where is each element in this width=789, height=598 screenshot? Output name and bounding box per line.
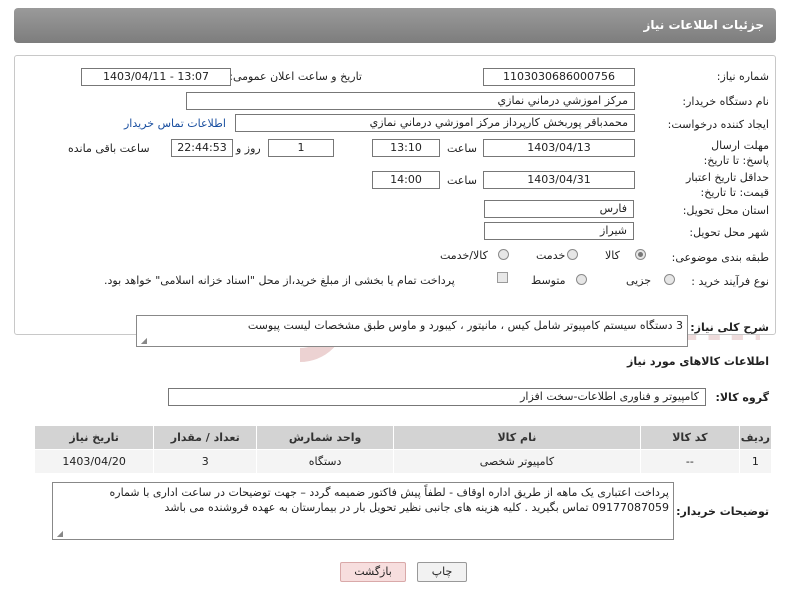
buyer-label: نام دستگاه خریدار: <box>682 95 769 108</box>
cell-unit: دستگاه <box>256 449 394 474</box>
category-goods-radio[interactable] <box>635 249 646 260</box>
validity-time-field: 14:00 <box>372 171 440 189</box>
process-medium-label: متوسط <box>531 274 566 287</box>
announce-field: 1403/04/11 - 13:07 <box>81 68 231 86</box>
announce-label: تاریخ و ساعت اعلان عمومی: <box>229 70 362 83</box>
buyer-field: مرکز اموزشي درماني نمازي <box>186 92 635 110</box>
cell-goods-name: کامپیوتر شخصی <box>392 449 641 474</box>
col-quantity: تعداد / مقدار <box>153 425 258 450</box>
goods-group-field: کامپیوتر و فناوری اطلاعات-سخت افزار <box>168 388 706 406</box>
goods-table: ردیف کد کالا نام کالا واحد شمارش تعداد /… <box>33 425 773 474</box>
validity-date-field: 1403/04/31 <box>483 171 635 189</box>
city-field: شیراز <box>484 222 634 240</box>
need-number-label: شماره نیاز: <box>716 70 769 83</box>
buyer-notes-text: پرداخت اعتباری یک ماهه از طریق اداره اوق… <box>109 486 669 514</box>
goods-group-label: گروه کالا: <box>715 391 769 404</box>
process-minor-label: جزیی <box>626 274 652 287</box>
page-title: جزئیات اطلاعات نیاز <box>643 18 764 32</box>
treasury-payment-note: پرداخت تمام یا بخشی از مبلغ خرید،از محل … <box>104 274 455 287</box>
reply-time-label: ساعت <box>447 142 477 155</box>
remaining-label: ساعت باقی مانده <box>68 142 150 155</box>
goods-section-title: اطلاعات کالاهای مورد نیاز <box>627 355 769 368</box>
process-medium-radio[interactable] <box>576 274 587 285</box>
province-field: فارس <box>484 200 634 218</box>
col-unit: واحد شمارش <box>256 425 394 450</box>
cell-goods-code: -- <box>639 449 740 474</box>
col-goods-name: نام کالا <box>392 425 641 450</box>
resize-handle-icon[interactable]: ◢ <box>139 337 147 345</box>
goods-table-header: ردیف کد کالا نام کالا واحد شمارش تعداد /… <box>33 425 773 450</box>
col-goods-code: کد کالا <box>639 425 740 450</box>
cell-quantity: 3 <box>153 449 258 474</box>
buyer-contact-link[interactable]: اطلاعات تماس خریدار <box>124 117 226 130</box>
category-service-radio[interactable] <box>567 249 578 260</box>
validity-time-label: ساعت <box>447 174 477 187</box>
reply-date-field: 1403/04/13 <box>483 139 635 157</box>
col-need-date: تاریخ نیاز <box>33 425 155 450</box>
page-header: جزئیات اطلاعات نیاز <box>14 8 776 43</box>
category-goods-service-radio[interactable] <box>498 249 509 260</box>
category-label: طبقه بندی موضوعی: <box>671 251 769 264</box>
description-text: 3 دستگاه سیستم کامپیوتر شامل کیس ، مانیت… <box>247 319 683 332</box>
table-row: 1 -- کامپیوتر شخصی دستگاه 3 1403/04/20 <box>33 449 773 474</box>
remaining-time-field: 22:44:53 <box>171 139 233 157</box>
print-button[interactable]: چاپ <box>417 562 467 582</box>
reply-time-field: 13:10 <box>372 139 440 157</box>
creator-field: محمدباقر پوربخش کارپرداز مرکز اموزشي درم… <box>235 114 635 132</box>
process-minor-radio[interactable] <box>664 274 675 285</box>
back-button[interactable]: بازگشت <box>340 562 406 582</box>
buyer-notes-label: توضیحات خریدار: <box>676 505 769 518</box>
category-service-label: خدمت <box>536 249 566 262</box>
need-number-field: 1103030686000756 <box>483 68 635 86</box>
buyer-notes-textarea[interactable]: پرداخت اعتباری یک ماهه از طریق اداره اوق… <box>52 482 674 540</box>
description-label: شرح کلی نیاز: <box>690 321 769 334</box>
creator-label: ایجاد کننده درخواست: <box>667 118 769 131</box>
category-goods-service-label: کالا/خدمت <box>440 249 488 262</box>
city-label: شهر محل تحویل: <box>689 226 769 239</box>
cell-row-number: 1 <box>738 449 773 474</box>
category-goods-label: کالا <box>605 249 620 262</box>
reply-deadline-label: مهلت ارسال پاسخ: تا تاریخ: <box>703 139 769 167</box>
process-label: نوع فرآیند خرید : <box>691 275 769 288</box>
resize-handle-icon[interactable]: ◢ <box>55 530 63 538</box>
treasury-payment-checkbox[interactable] <box>497 272 508 283</box>
days-label: روز و <box>236 142 261 155</box>
days-field: 1 <box>268 139 334 157</box>
description-textarea[interactable]: 3 دستگاه سیستم کامپیوتر شامل کیس ، مانیت… <box>136 315 688 347</box>
price-validity-label: حداقل تاریخ اعتبار قیمت: تا تاریخ: <box>685 171 769 199</box>
col-row-number: ردیف <box>738 425 773 450</box>
cell-need-date: 1403/04/20 <box>33 449 155 474</box>
province-label: استان محل تحویل: <box>682 204 769 217</box>
